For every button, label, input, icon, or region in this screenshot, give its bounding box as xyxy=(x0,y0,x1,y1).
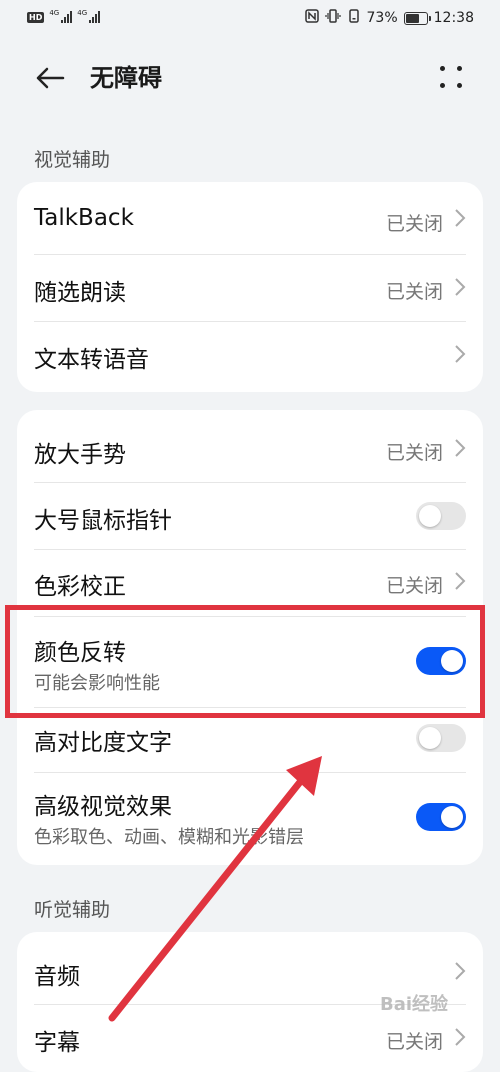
battery-percent: 73% xyxy=(366,10,398,26)
signal-icon xyxy=(89,11,101,23)
chevron-right-icon xyxy=(455,439,466,457)
hd-badge: HD xyxy=(27,11,45,23)
advanced-effects-toggle[interactable] xyxy=(416,803,466,831)
row-magnification-gestures[interactable]: 放大手势 已关闭 xyxy=(17,410,483,482)
row-title: 文本转语音 xyxy=(34,347,149,373)
toggle-knob xyxy=(441,650,463,672)
large-pointer-toggle[interactable] xyxy=(416,502,466,530)
arrow-left-icon xyxy=(36,67,65,89)
vibrate-mode-icon xyxy=(347,9,361,27)
row-talkback[interactable]: TalkBack 已关闭 xyxy=(17,182,483,254)
row-high-contrast-text[interactable]: 高对比度文字 xyxy=(17,708,483,772)
row-title: 高对比度文字 xyxy=(34,730,172,756)
battery-icon xyxy=(403,11,431,25)
row-title: 高级视觉效果 xyxy=(34,794,172,820)
row-color-correction[interactable]: 色彩校正 已关闭 xyxy=(17,550,483,616)
row-value: 已关闭 xyxy=(385,442,443,464)
nfc-icon xyxy=(304,9,319,27)
row-value: 已关闭 xyxy=(385,281,443,303)
network-type-2: 4G xyxy=(77,9,88,17)
row-title: 字幕 xyxy=(34,1030,80,1056)
network-type-1: 4G xyxy=(49,9,60,17)
more-dots-icon xyxy=(440,66,445,71)
clock: 12:38 xyxy=(433,10,474,26)
row-subtitle: 色彩取色、动画、模糊和光影错层 xyxy=(34,827,304,848)
back-button[interactable] xyxy=(30,60,70,96)
row-value: 已关闭 xyxy=(385,1031,443,1053)
row-value: 已关闭 xyxy=(385,575,443,597)
section-label-visual: 视觉辅助 xyxy=(34,149,111,171)
chevron-right-icon xyxy=(455,962,466,980)
status-bar: HD 4G 4G 73% 12:38 xyxy=(0,0,500,38)
app-bar: 无障碍 xyxy=(0,50,500,106)
chevron-right-icon xyxy=(455,572,466,590)
row-subtitle: 可能会影响性能 xyxy=(34,673,160,694)
row-title: TalkBack xyxy=(34,205,134,231)
row-title: 颜色反转 xyxy=(34,640,126,666)
battery-fill xyxy=(405,13,419,23)
row-title: 音频 xyxy=(34,964,80,990)
vibrate-icon xyxy=(324,9,341,27)
row-large-mouse-pointer[interactable]: 大号鼠标指针 xyxy=(17,483,483,549)
row-title: 放大手势 xyxy=(34,442,126,468)
settings-card: TalkBack 已关闭 随选朗读 已关闭 文本转语音 xyxy=(17,182,483,392)
toggle-knob xyxy=(441,806,463,828)
toggle-knob xyxy=(419,505,441,527)
toggle-knob xyxy=(419,727,441,749)
page-title: 无障碍 xyxy=(90,64,162,92)
row-title: 色彩校正 xyxy=(34,574,126,600)
chevron-right-icon xyxy=(455,209,466,227)
row-text-to-speech[interactable]: 文本转语音 xyxy=(17,322,483,392)
color-inversion-toggle[interactable] xyxy=(416,647,466,675)
status-bar-left: HD 4G 4G xyxy=(27,9,101,23)
more-dots-icon xyxy=(440,83,445,88)
row-color-inversion[interactable]: 颜色反转 可能会影响性能 xyxy=(17,617,483,707)
chevron-right-icon xyxy=(455,345,466,363)
high-contrast-toggle[interactable] xyxy=(416,724,466,752)
settings-card: 放大手势 已关闭 大号鼠标指针 色彩校正 已关闭 颜色反转 可能会影响性能 高对… xyxy=(17,410,483,865)
more-dots-icon xyxy=(457,66,462,71)
more-options-button[interactable] xyxy=(438,64,466,92)
more-dots-icon xyxy=(457,83,462,88)
row-title: 随选朗读 xyxy=(34,280,126,306)
status-bar-right: 73% 12:38 xyxy=(304,9,474,27)
signal-icon xyxy=(61,11,73,23)
chevron-right-icon xyxy=(455,278,466,296)
row-advanced-visual-effects[interactable]: 高级视觉效果 色彩取色、动画、模糊和光影错层 xyxy=(17,773,483,865)
chevron-right-icon xyxy=(455,1028,466,1046)
section-label-hearing: 听觉辅助 xyxy=(34,899,111,921)
row-value: 已关闭 xyxy=(385,213,443,235)
row-select-to-speak[interactable]: 随选朗读 已关闭 xyxy=(17,255,483,321)
row-title: 大号鼠标指针 xyxy=(34,508,172,534)
watermark: Bai经验 xyxy=(380,994,449,1015)
